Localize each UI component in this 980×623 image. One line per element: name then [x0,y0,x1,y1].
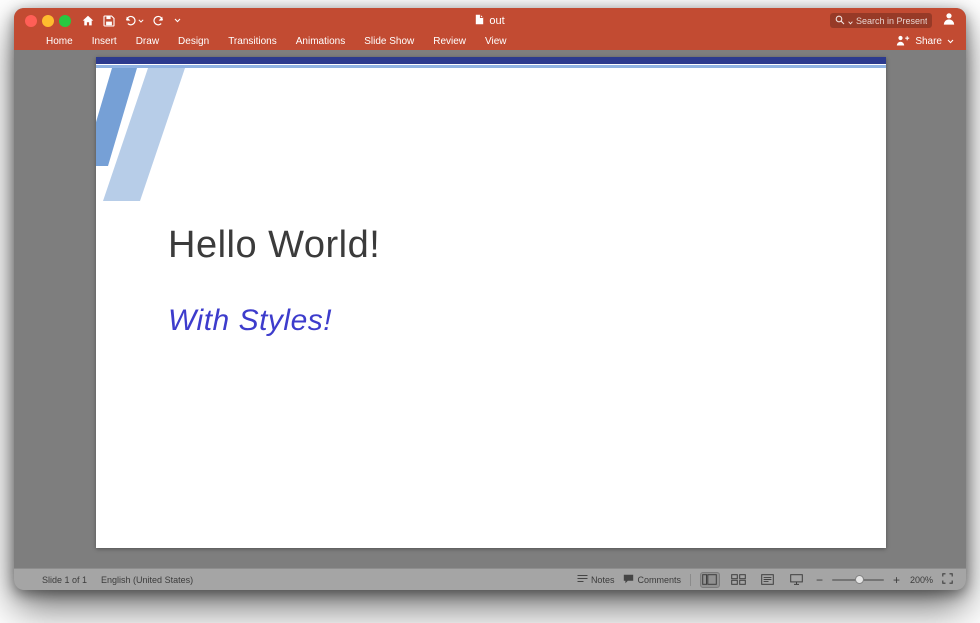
tab-animations[interactable]: Animations [296,36,345,47]
reading-view-icon [761,574,775,585]
redo-button[interactable] [153,15,165,27]
undo-chevron-icon [138,18,144,23]
notes-label: Notes [590,574,615,585]
tab-design[interactable]: Design [178,36,209,47]
zoom-out-button[interactable]: − [816,574,823,586]
tab-view[interactable]: View [485,36,507,47]
share-label: Share [915,36,942,47]
comments-toggle[interactable]: Comments [623,574,681,586]
editor-canvas-area: Hello World! With Styles! [14,50,966,568]
toolbar-options-chevron-icon[interactable] [174,18,181,23]
comments-label: Comments [637,574,681,585]
slide-top-bar-decoration [96,57,886,64]
account-icon[interactable] [942,12,956,30]
fit-slide-icon [942,573,953,584]
search-icon [835,12,845,30]
document-title: out [489,14,505,27]
share-chevron-icon [947,36,954,47]
search-input[interactable] [856,15,927,26]
slide-diagonal-stripes-decoration [96,68,185,201]
tab-draw[interactable]: Draw [136,36,159,47]
share-button[interactable]: Share [896,33,954,50]
tab-review[interactable]: Review [433,36,466,47]
notes-toggle[interactable]: Notes [577,574,615,585]
zoom-in-button[interactable]: + [893,574,900,586]
save-icon[interactable] [103,14,115,27]
zoom-level[interactable]: 200% [909,575,933,585]
powerpoint-window: out Home Insert Draw Design Transitions … [14,8,966,590]
slideshow-button[interactable] [787,572,807,588]
comments-icon [623,574,634,586]
tab-slide-show[interactable]: Slide Show [364,36,414,47]
slide-indicator: Slide 1 of 1 [42,574,88,585]
language-selector[interactable]: English (United States) [101,575,193,585]
normal-view-icon [702,574,718,585]
status-bar: Slide 1 of 1 English (United States) Not… [14,568,966,590]
fit-slide-button[interactable] [942,573,953,586]
titlebar-right [830,8,956,33]
status-separator [689,573,691,586]
titlebar: out [14,8,966,33]
document-icon [475,14,484,28]
slide-sorter-icon [731,574,747,585]
status-bar-right: Notes Comments − + 200% [577,571,953,588]
slide-canvas[interactable]: Hello World! With Styles! [96,57,886,548]
slide-title-text[interactable]: Hello World! [168,224,380,267]
reading-view-button[interactable] [758,572,778,588]
slide-subtitle-text[interactable]: With Styles! [168,304,332,337]
minimize-button[interactable] [42,15,54,27]
notes-icon [577,574,588,585]
slide-sorter-view-button[interactable] [729,572,749,588]
normal-view-button[interactable] [699,571,720,588]
share-person-plus-icon [896,35,910,49]
search-scope-chevron-icon[interactable] [848,12,853,30]
window-controls [25,15,71,27]
home-icon[interactable] [82,15,94,26]
undo-button[interactable] [124,15,144,27]
slideshow-icon [790,574,804,585]
fullscreen-button[interactable] [59,15,71,27]
search-box[interactable] [830,13,932,28]
ribbon-tab-bar: Home Insert Draw Design Transitions Anim… [14,33,966,50]
tab-transitions[interactable]: Transitions [228,36,277,47]
zoom-slider[interactable] [831,574,884,586]
quick-access-toolbar [82,8,181,33]
tab-home[interactable]: Home [46,36,73,47]
tab-insert[interactable]: Insert [92,36,117,47]
zoom-slider-thumb[interactable] [855,575,865,584]
close-button[interactable] [25,15,37,27]
